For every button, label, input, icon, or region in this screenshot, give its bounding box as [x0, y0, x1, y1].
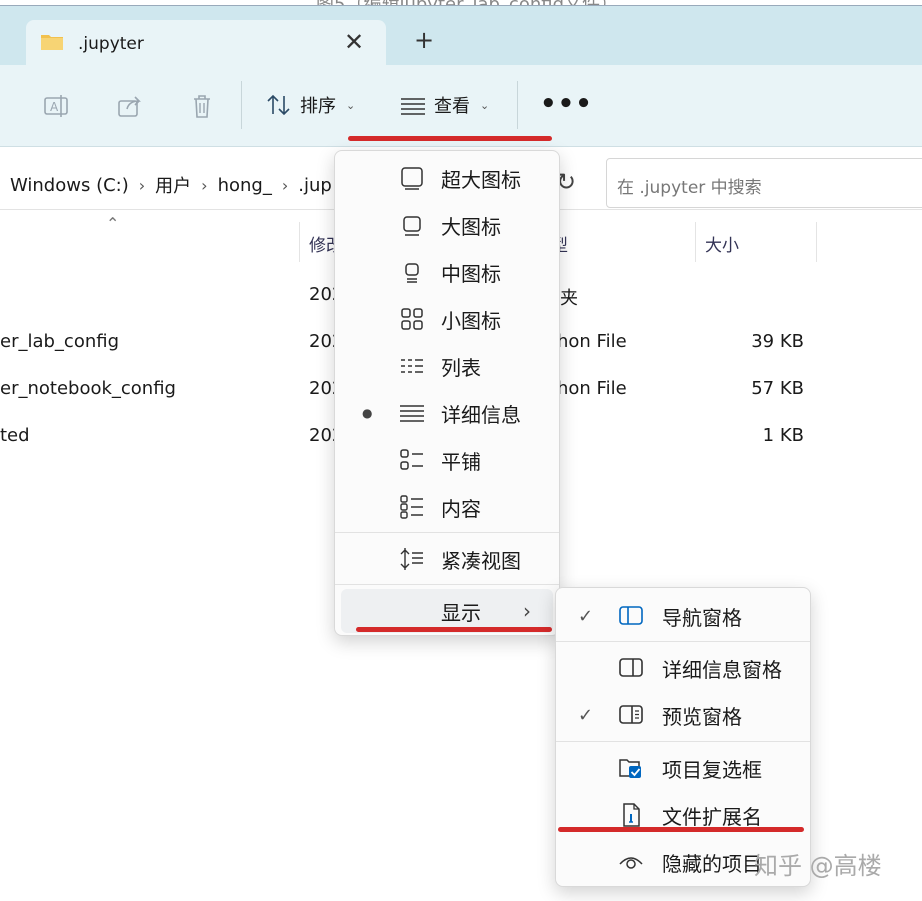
- check-icon: ✓: [578, 704, 594, 726]
- file-size: 1 KB: [762, 425, 804, 446]
- menu-item-label: 中图标: [441, 261, 501, 286]
- menu-item-details-pane[interactable]: 详细信息窗格: [556, 646, 810, 690]
- menu-item-content[interactable]: 内容: [335, 485, 559, 529]
- chevron-down-icon: ⌄: [346, 98, 356, 112]
- large-icons-icon: [403, 216, 421, 236]
- file-name: ted: [0, 425, 30, 446]
- compact-view-icon: [400, 548, 423, 570]
- chevron-right-icon: ›: [138, 175, 146, 195]
- details-icon: [400, 405, 424, 422]
- svg-text:A: A: [50, 100, 59, 114]
- file-name: er_notebook_config: [0, 378, 176, 399]
- extra-large-icons-icon: [401, 167, 423, 190]
- menu-item-label: 详细信息窗格: [662, 657, 782, 682]
- file-explorer-window: 图5（编辑jupyter_lab_config文件） .jupyter ✕ + …: [0, 0, 922, 901]
- folder-icon: [41, 35, 63, 50]
- watermark: 知乎 @高楼: [754, 852, 882, 880]
- eye-icon: [619, 857, 643, 869]
- menu-item-label: 大图标: [441, 214, 501, 239]
- menu-item-label: 详细信息: [441, 402, 521, 427]
- sort-icon: [267, 94, 290, 116]
- menu-item-medium-icons[interactable]: 中图标: [335, 250, 559, 294]
- view-button[interactable]: 查看 ⌄: [400, 90, 489, 120]
- menu-item-label: 小图标: [441, 308, 501, 333]
- view-icon: [401, 98, 425, 115]
- menu-item-label: 显示: [441, 600, 481, 625]
- selected-bullet-icon: ●: [362, 406, 373, 420]
- tab-title: .jupyter: [78, 34, 144, 54]
- content-icon: [400, 495, 423, 519]
- view-menu: 超大图标 大图标 中图标 小图标 列表 ● 详细信息 平铺 内容 紧凑视图 显示…: [334, 150, 560, 636]
- sort-caret-icon: ⌃: [106, 214, 120, 233]
- chevron-right-icon: ›: [281, 175, 289, 195]
- search-input[interactable]: 在 .jupyter 中搜索: [606, 158, 922, 208]
- list-icon: [401, 359, 423, 373]
- menu-item-label: 文件扩展名: [662, 804, 762, 829]
- menu-item-label: 平铺: [441, 449, 481, 474]
- item-checkbox-icon: [619, 759, 641, 778]
- highlight-underline-view: [348, 136, 552, 141]
- highlight-underline-file-extensions: [558, 827, 804, 832]
- check-icon: ✓: [578, 605, 594, 627]
- toolbar: A 排序 ⌄ 查看 ⌄ •••: [0, 65, 922, 147]
- menu-item-label: 内容: [441, 496, 481, 521]
- highlight-underline-show: [356, 627, 552, 632]
- chevron-down-icon: ⌄: [480, 98, 490, 112]
- menu-item-compact-view[interactable]: 紧凑视图: [335, 537, 559, 581]
- chevron-right-icon: ›: [201, 175, 208, 195]
- new-tab-button[interactable]: +: [414, 26, 434, 54]
- menu-item-list[interactable]: 列表: [335, 344, 559, 388]
- menu-item-label: 隐藏的项目: [662, 851, 762, 876]
- file-name: er_lab_config: [0, 331, 120, 352]
- view-label: 查看: [434, 96, 470, 117]
- file-type: 夹: [560, 288, 578, 309]
- menu-item-navigation-pane[interactable]: ✓ 导航窗格: [556, 594, 810, 638]
- medium-icons-icon: [405, 263, 419, 283]
- breadcrumb-item[interactable]: hong_: [218, 175, 272, 196]
- share-icon[interactable]: [116, 92, 144, 120]
- breadcrumb-item[interactable]: .jup: [298, 175, 332, 196]
- menu-item-label: 列表: [441, 355, 481, 380]
- file-type: hon File: [557, 331, 627, 352]
- tiles-icon: [400, 449, 423, 470]
- menu-item-large-icons[interactable]: 大图标: [335, 203, 559, 247]
- details-pane-icon: [619, 658, 643, 677]
- menu-item-small-icons[interactable]: 小图标: [335, 297, 559, 341]
- menu-item-details[interactable]: ● 详细信息: [335, 391, 559, 435]
- show-submenu: ✓ 导航窗格 详细信息窗格 ✓ 预览窗格 项目复选框 文件扩展名 隐藏的项目: [555, 587, 811, 887]
- navigation-pane-icon: [619, 606, 643, 625]
- menu-item-tiles[interactable]: 平铺: [335, 438, 559, 482]
- breadcrumb-item[interactable]: Windows (C:): [10, 175, 129, 196]
- preview-pane-icon: [619, 705, 643, 724]
- rename-icon[interactable]: A: [42, 92, 70, 120]
- menu-item-label: 紧凑视图: [441, 548, 521, 573]
- menu-item-label: 导航窗格: [662, 605, 742, 630]
- column-header-size[interactable]: 大小: [705, 231, 739, 267]
- menu-item-label: 预览窗格: [662, 704, 742, 729]
- menu-item-label: 超大图标: [441, 167, 521, 192]
- delete-icon[interactable]: [188, 92, 216, 120]
- menu-item-item-checkboxes[interactable]: 项目复选框: [556, 746, 810, 790]
- title-bar: .jupyter ✕ +: [0, 5, 922, 72]
- breadcrumb-item[interactable]: 用户: [155, 172, 191, 198]
- file-extension-icon: [623, 803, 640, 827]
- file-type: hon File: [557, 378, 627, 399]
- menu-item-label: 项目复选框: [662, 757, 762, 782]
- file-size: 57 KB: [751, 378, 804, 399]
- breadcrumb[interactable]: Windows (C:) › 用户 › hong_ › .jup: [10, 172, 332, 198]
- menu-item-preview-pane[interactable]: ✓ 预览窗格: [556, 693, 810, 737]
- close-tab-icon[interactable]: ✕: [344, 28, 364, 56]
- more-options-button[interactable]: •••: [540, 89, 593, 119]
- chevron-right-icon: ›: [523, 599, 531, 623]
- file-size: 39 KB: [751, 331, 804, 352]
- sort-button[interactable]: 排序 ⌄: [266, 90, 355, 120]
- sort-label: 排序: [300, 96, 336, 117]
- small-icons-icon: [401, 308, 423, 330]
- menu-item-extra-large-icons[interactable]: 超大图标: [335, 156, 559, 200]
